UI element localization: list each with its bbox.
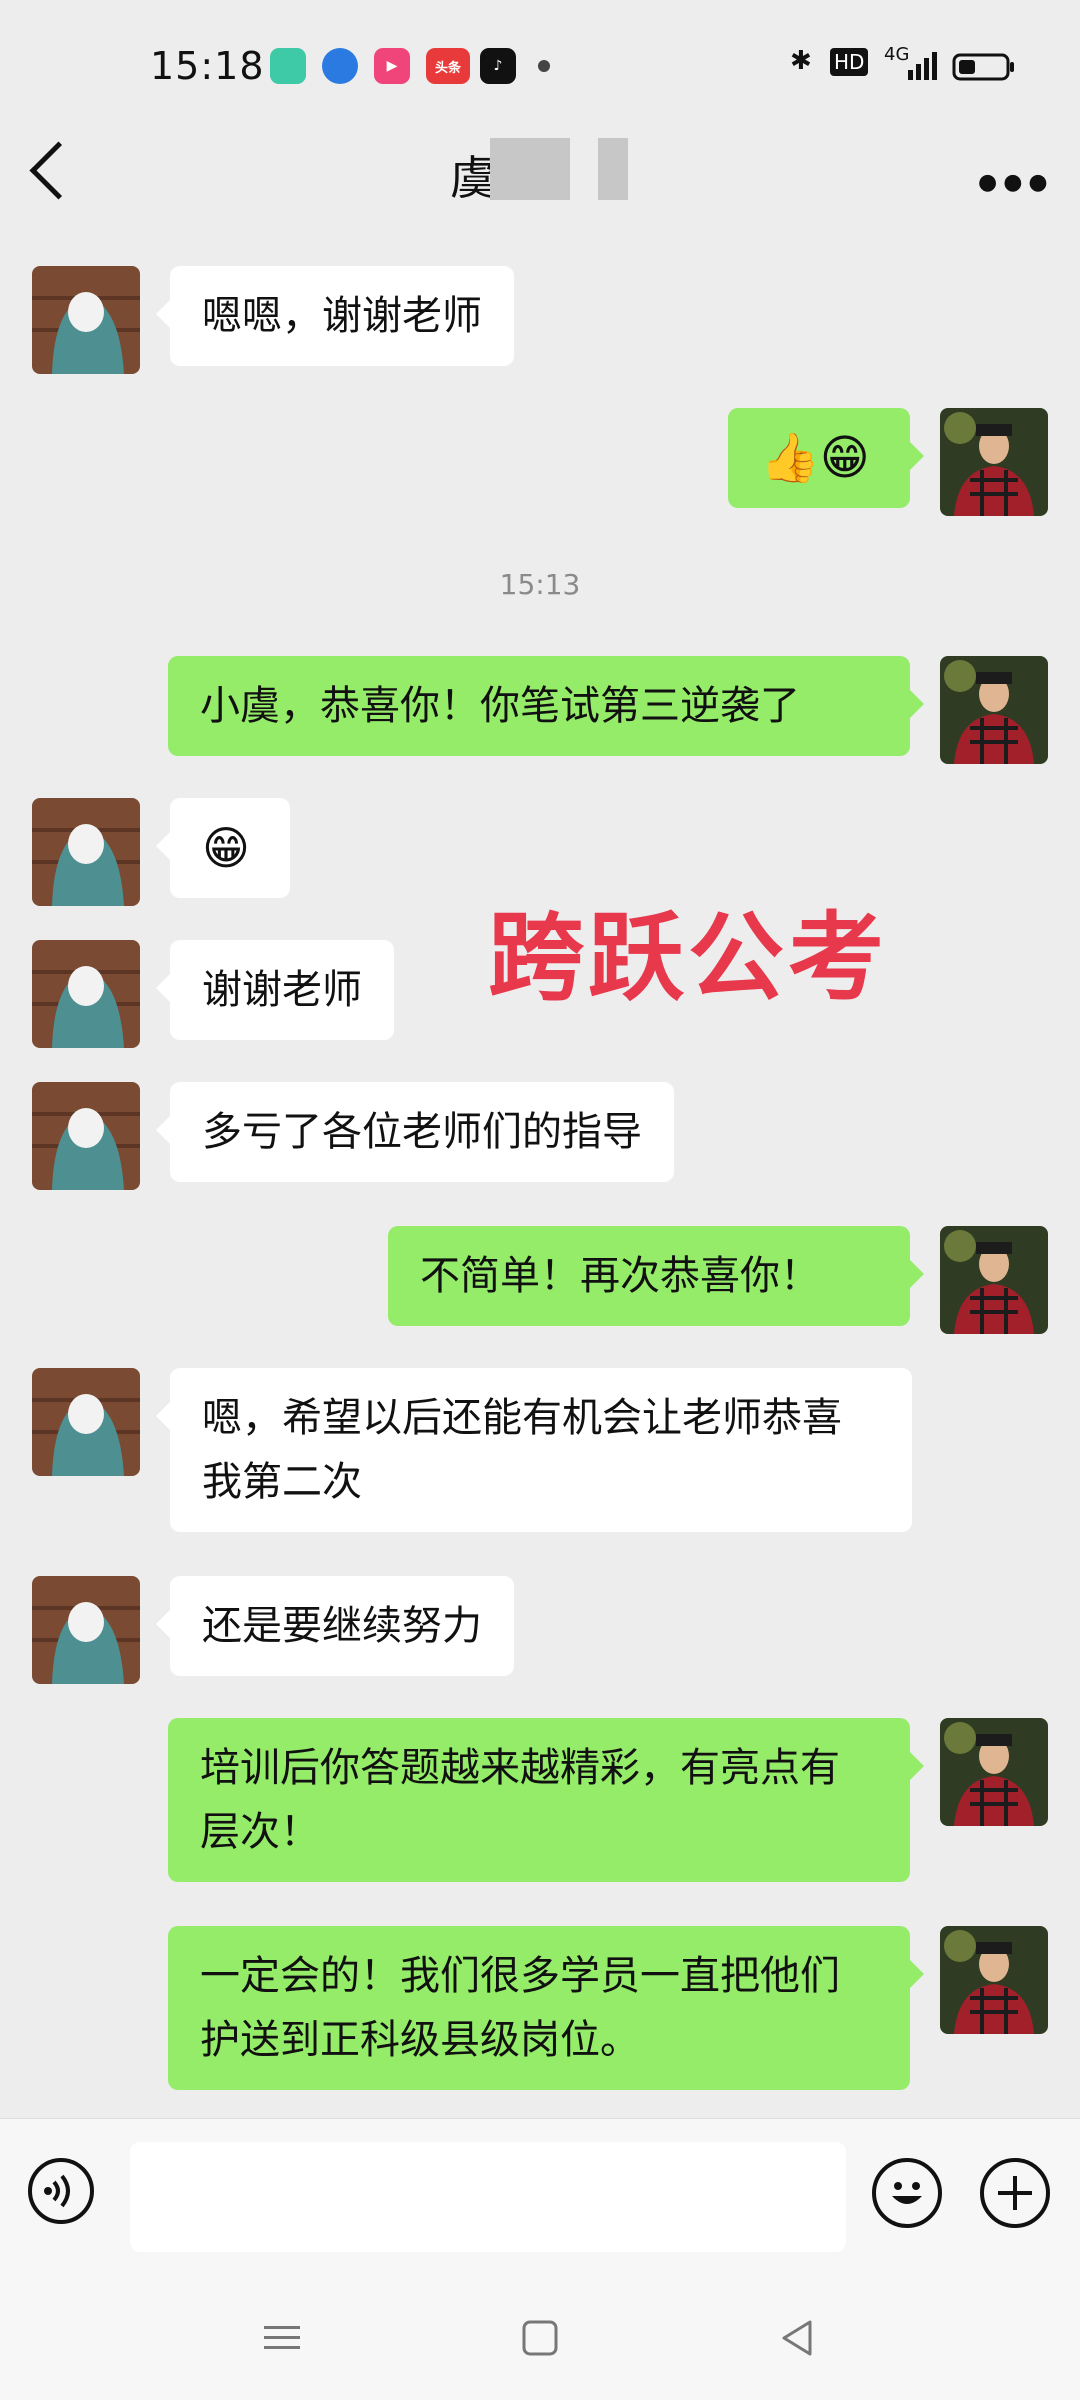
- signal-icon: [908, 52, 937, 80]
- message-bubble-in[interactable]: 嗯嗯，谢谢老师: [156, 266, 514, 366]
- message-bubble-in[interactable]: 谢谢老师: [156, 940, 394, 1040]
- battery-icon: [952, 53, 1014, 81]
- home-icon[interactable]: [520, 2318, 560, 2358]
- back-nav-icon[interactable]: [778, 2318, 818, 2358]
- smiley-icon: [892, 2182, 922, 2204]
- tiktok-app-icon: ♪: [480, 48, 516, 84]
- title-redaction-2: [598, 138, 628, 200]
- message-timestamp: 15:13: [499, 568, 581, 601]
- status-time: 15:18: [150, 44, 265, 88]
- contact-avatar[interactable]: [32, 798, 140, 906]
- system-nav-bar: [0, 2280, 1080, 2400]
- dot-icon: [538, 60, 550, 72]
- message-bubble-in[interactable]: 多亏了各位老师们的指导: [156, 1082, 674, 1182]
- message-bubble-out[interactable]: 小虞，恭喜你！你笔试第三逆袭了: [168, 656, 924, 756]
- emoji-button[interactable]: [872, 2158, 942, 2228]
- more-dots-icon[interactable]: ●●●: [978, 170, 1054, 195]
- message-bubble-out[interactable]: 不简单！再次恭喜你！: [388, 1226, 924, 1326]
- my-avatar[interactable]: [940, 1926, 1048, 2034]
- my-avatar[interactable]: [940, 408, 1048, 516]
- my-avatar[interactable]: [940, 1226, 1048, 1334]
- watermark-text: 跨跃公考: [488, 902, 888, 1014]
- contact-avatar[interactable]: [32, 1082, 140, 1190]
- plus-icon: [998, 2176, 1032, 2210]
- chat-app-icon: [270, 48, 306, 84]
- contact-avatar[interactable]: [32, 1576, 140, 1684]
- my-avatar[interactable]: [940, 656, 1048, 764]
- voice-icon: [44, 2174, 70, 2208]
- message-bubble-in[interactable]: 😁: [156, 798, 290, 898]
- more-actions-button[interactable]: [980, 2158, 1050, 2228]
- message-bubble-out[interactable]: 培训后你答题越来越精彩，有亮点有层次！: [168, 1718, 924, 1882]
- message-bubble-out[interactable]: 👍😁: [728, 408, 924, 508]
- video-app-icon: ▶: [374, 48, 410, 84]
- contact-avatar[interactable]: [32, 940, 140, 1048]
- message-bubble-out[interactable]: 一定会的！我们很多学员一直把他们护送到正科级县级岗位。: [168, 1926, 924, 2090]
- message-bubble-in[interactable]: 嗯，希望以后还能有机会让老师恭喜我第二次: [156, 1368, 912, 1532]
- message-input[interactable]: [130, 2142, 846, 2252]
- hd-badge: HD: [830, 48, 869, 76]
- bluetooth-icon: ✱: [790, 46, 812, 76]
- status-bar: 15:18 ▶ 头条 ♪ ✱ HD 4G: [0, 0, 1080, 130]
- my-avatar[interactable]: [940, 1718, 1048, 1826]
- browser-app-icon: [322, 48, 358, 84]
- contact-avatar[interactable]: [32, 1368, 140, 1476]
- toutiao-app-icon: 头条: [426, 48, 470, 84]
- title-redaction: [490, 138, 570, 200]
- message-bubble-in[interactable]: 还是要继续努力: [156, 1576, 514, 1676]
- contact-avatar[interactable]: [32, 266, 140, 374]
- menu-icon[interactable]: [262, 2318, 302, 2358]
- voice-input-button[interactable]: [28, 2158, 94, 2224]
